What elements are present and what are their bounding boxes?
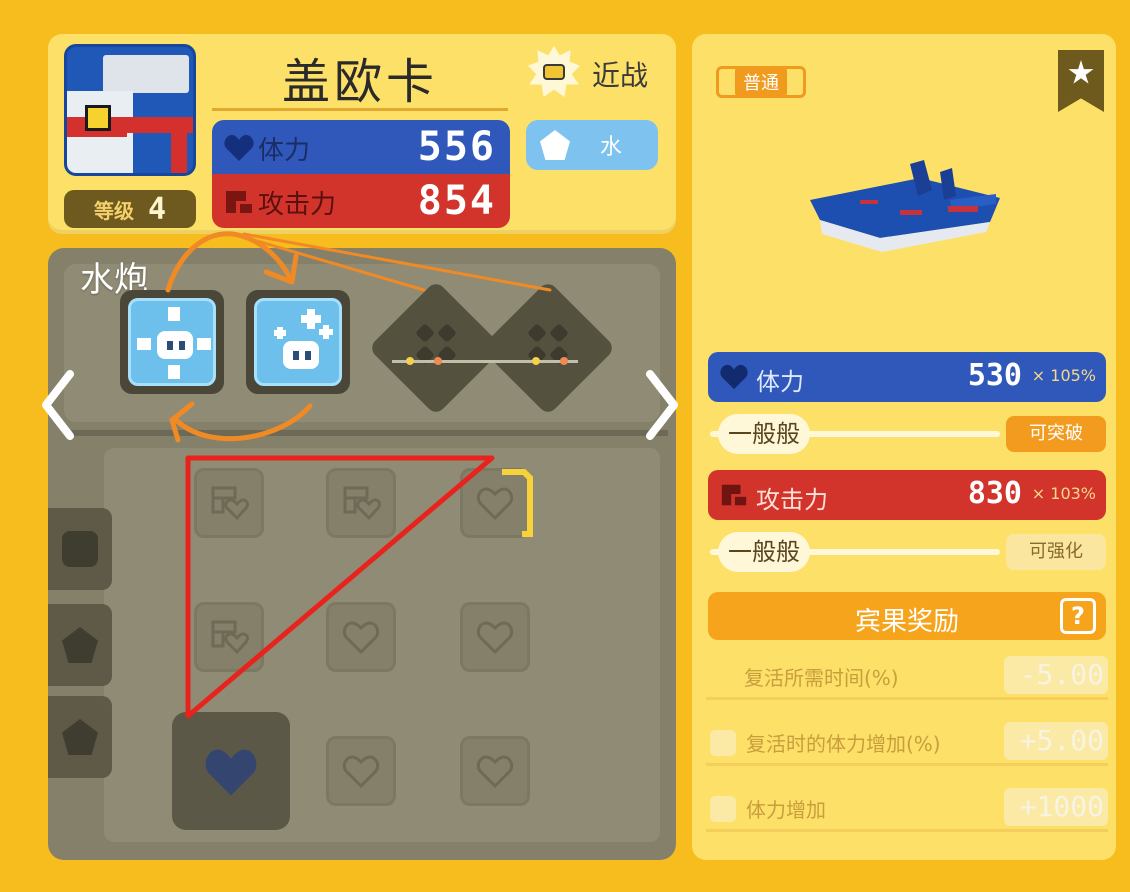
bonus-divider	[706, 829, 1108, 832]
attack-heart-icon	[343, 486, 381, 521]
stone-slot-hp[interactable]	[460, 602, 530, 672]
bonus-value: +5.00	[1004, 722, 1108, 760]
pokemon-portrait[interactable]	[64, 44, 196, 176]
star-icon	[1068, 60, 1094, 84]
melee-icon-face	[543, 64, 565, 80]
detail-hp-value: 530	[967, 358, 1022, 393]
stone-slot-active[interactable]	[172, 712, 290, 830]
bingo-bonus-row: 体力增加 +1000	[706, 784, 1108, 832]
type-label: 水	[600, 135, 623, 160]
detail-attack-label: 攻击力	[756, 486, 828, 514]
pokemon-model[interactable]	[800, 160, 1010, 260]
bonus-label: 复活时的体力增加(%)	[746, 732, 941, 756]
bonus-divider	[706, 763, 1108, 766]
stone-slot-attack[interactable]	[194, 468, 264, 538]
bonus-icon	[710, 730, 736, 756]
hp-value: 556	[417, 124, 496, 170]
bonus-label: 体力增加	[746, 798, 826, 822]
slot-pip	[434, 357, 442, 365]
hp-stat-bar: 体力 556	[212, 120, 510, 174]
detail-attack-bar: 攻击力 830 × 103%	[708, 470, 1106, 520]
side-tab-type[interactable]	[48, 604, 112, 686]
rarity-label: 普通	[735, 67, 787, 97]
detail-hp-bar: 体力 530 × 105%	[708, 352, 1106, 402]
hp-rating-label: 一般般	[718, 414, 810, 454]
hp-rating-row: 一般般 可突破	[710, 414, 1106, 454]
move-slot-2[interactable]	[246, 290, 350, 394]
bingo-bonus-row: 复活所需时间(%) -5.00	[706, 652, 1108, 700]
side-tab-type-alt[interactable]	[48, 696, 112, 778]
bingo-title: 宾果奖励	[854, 607, 959, 637]
portrait-shape	[171, 133, 187, 173]
attack-rating-label: 一般般	[718, 532, 810, 572]
empty-slot-diamond	[480, 280, 616, 416]
attack-label: 攻击力	[258, 190, 337, 220]
empty-move-slot[interactable]	[368, 280, 504, 416]
rarity-tag: 普通	[716, 66, 806, 98]
chevron-right-icon[interactable]	[646, 370, 680, 440]
attack-heart-icon	[211, 620, 249, 655]
heart-outline-icon	[476, 755, 514, 789]
side-tab-swap[interactable]	[48, 508, 112, 590]
water-type-icon	[540, 130, 570, 160]
heart-icon	[224, 135, 254, 161]
heart-outline-icon	[342, 755, 380, 789]
pentagon-icon	[62, 627, 98, 663]
stone-slot-hp[interactable]	[326, 736, 396, 806]
unlock-corner-marker	[502, 469, 533, 537]
break-limit-button[interactable]: 可突破	[1006, 416, 1106, 452]
level-label: 等级	[93, 198, 134, 223]
chevron-left-icon[interactable]	[40, 370, 74, 440]
bonus-icon	[710, 796, 736, 822]
portrait-shape	[103, 55, 189, 93]
portrait-shape	[127, 117, 193, 133]
bonus-value: +1000	[1004, 788, 1108, 826]
attack-icon	[721, 484, 747, 506]
move-slot-1[interactable]	[120, 290, 224, 394]
board-divider	[64, 430, 668, 436]
hp-label: 体力	[258, 136, 311, 166]
stone-slot-hp[interactable]	[326, 602, 396, 672]
attack-icon	[226, 191, 252, 213]
heart-icon	[205, 749, 257, 796]
heart-icon	[720, 364, 748, 390]
skill-plus-icon	[254, 298, 342, 386]
help-button[interactable]: ?	[1060, 598, 1096, 634]
bonus-value: -5.00	[1004, 656, 1108, 694]
enhance-button[interactable]: 可强化	[1006, 534, 1106, 570]
attack-stat-bar: 攻击力 854	[212, 174, 510, 228]
swap-icon	[62, 531, 98, 567]
bingo-bonus-row: 复活时的体力增加(%) +5.00	[706, 718, 1108, 766]
slot-pip	[532, 357, 540, 365]
level-box: 等级 4	[64, 190, 196, 228]
slot-connector-line	[392, 360, 578, 363]
level-value: 4	[147, 191, 167, 227]
detail-hp-multiplier: × 105%	[1031, 366, 1096, 385]
detail-attack-value: 830	[967, 476, 1022, 511]
type-badge[interactable]: 水	[526, 120, 658, 170]
attack-rating-row: 一般般 可强化	[710, 532, 1106, 572]
name-underline	[212, 108, 508, 111]
pentagon-icon	[62, 719, 98, 755]
attack-heart-icon	[211, 486, 249, 521]
heart-outline-icon	[342, 621, 380, 655]
slot-pip	[560, 357, 568, 365]
attack-value: 854	[417, 178, 496, 224]
bonus-label: 复活所需时间(%)	[744, 666, 899, 690]
detail-attack-multiplier: × 103%	[1031, 484, 1096, 503]
stone-slot-attack[interactable]	[326, 468, 396, 538]
bonus-divider	[706, 697, 1108, 700]
skill-cross-icon	[128, 298, 216, 386]
pokemon-name: 盖欧卡	[281, 54, 438, 110]
bingo-bonus-header: 宾果奖励 ?	[708, 592, 1106, 640]
portrait-badge	[85, 105, 111, 131]
empty-move-slot[interactable]	[480, 280, 616, 416]
heart-outline-icon	[476, 621, 514, 655]
stone-slot-hp[interactable]	[460, 736, 530, 806]
stone-slot-attack[interactable]	[194, 602, 264, 672]
attack-style-label: 近战	[592, 59, 649, 92]
slot-pip	[406, 357, 414, 365]
detail-hp-label: 体力	[756, 368, 804, 396]
